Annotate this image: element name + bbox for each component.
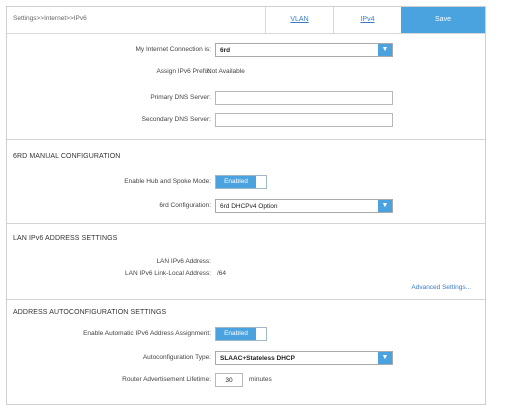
auto-assign-row: Enable Automatic IPv6 Address Assignment… xyxy=(7,327,485,341)
chevron-down-icon[interactable]: ▼ xyxy=(378,200,392,212)
settings-panel: Settings>>Internet>>IPv6 VLAN IPv4 Save … xyxy=(6,6,486,405)
hub-spoke-toggle[interactable]: Enabled xyxy=(215,175,267,189)
breadcrumb: Settings>>Internet>>IPv6 xyxy=(13,15,87,22)
auto-assign-toggle[interactable]: Enabled xyxy=(215,327,267,341)
link-local-label: LAN IPv6 Link-Local Address: xyxy=(125,270,211,277)
autoconf-type-label: Autoconfiguration Type: xyxy=(142,354,211,361)
tab-vlan[interactable]: VLAN xyxy=(265,7,333,33)
primary-dns-input[interactable] xyxy=(215,91,393,105)
tab-ipv4[interactable]: IPv4 xyxy=(333,7,401,33)
assign-prefix-value: Not Available xyxy=(207,68,245,75)
connection-type-value: 6rd xyxy=(220,47,231,54)
sixrd-config-value: 6rd DHCPv4 Option xyxy=(220,203,278,210)
auto-assign-label: Enable Automatic IPv6 Address Assignment… xyxy=(83,330,211,337)
ra-lifetime-row: Router Advertisement Lifetime: minutes xyxy=(7,373,485,387)
ra-lifetime-label: Router Advertisement Lifetime: xyxy=(122,376,211,383)
hub-spoke-label: Enable Hub and Spoke Mode: xyxy=(124,178,211,185)
autoconf-type-value: SLAAC+Stateless DHCP xyxy=(220,355,295,362)
secondary-dns-label: Secondary DNS Server: xyxy=(141,116,211,123)
connection-type-row: My Internet Connection is: 6rd ▼ xyxy=(7,43,485,57)
ra-lifetime-input[interactable] xyxy=(215,373,243,387)
top-bar: Settings>>Internet>>IPv6 VLAN IPv4 Save xyxy=(7,7,485,34)
primary-dns-label: Primary DNS Server: xyxy=(150,94,211,101)
primary-dns-row: Primary DNS Server: xyxy=(7,91,485,105)
section-divider xyxy=(7,139,485,140)
link-local-row: LAN IPv6 Link-Local Address: /64 xyxy=(7,267,485,281)
secondary-dns-row: Secondary DNS Server: xyxy=(7,113,485,127)
connection-type-select[interactable]: 6rd ▼ xyxy=(215,43,393,57)
chevron-down-icon[interactable]: ▼ xyxy=(378,352,392,364)
autoconf-type-select[interactable]: SLAAC+Stateless DHCP ▼ xyxy=(215,351,393,365)
sixrd-config-select[interactable]: 6rd DHCPv4 Option ▼ xyxy=(215,199,393,213)
sixrd-config-label: 6rd Configuration: xyxy=(159,202,211,209)
lan-section-title: LAN IPv6 ADDRESS SETTINGS xyxy=(13,235,118,242)
connection-type-label: My Internet Connection is: xyxy=(135,46,211,53)
autoconf-type-row: Autoconfiguration Type: SLAAC+Stateless … xyxy=(7,351,485,365)
chevron-down-icon[interactable]: ▼ xyxy=(378,44,392,56)
ra-lifetime-unit: minutes xyxy=(249,376,272,383)
autoconf-section-title: ADDRESS AUTOCONFIGURATION SETTINGS xyxy=(13,309,167,316)
hub-spoke-state: Enabled xyxy=(216,176,256,188)
advanced-settings-link[interactable]: Advanced Settings... xyxy=(411,284,471,291)
assign-prefix-row: Assign IPv6 Prefix: Not Available xyxy=(7,65,485,79)
save-button[interactable]: Save xyxy=(401,7,485,33)
sixrd-config-row: 6rd Configuration: 6rd DHCPv4 Option ▼ xyxy=(7,199,485,213)
lan-address-label: LAN IPv6 Address: xyxy=(156,258,211,265)
link-local-value: /64 xyxy=(217,270,227,277)
secondary-dns-input[interactable] xyxy=(215,113,393,127)
sixrd-section-title: 6RD MANUAL CONFIGURATION xyxy=(13,153,121,160)
section-divider xyxy=(7,299,485,300)
hub-spoke-row: Enable Hub and Spoke Mode: Enabled xyxy=(7,175,485,189)
assign-prefix-label: Assign IPv6 Prefix: xyxy=(156,68,211,75)
auto-assign-state: Enabled xyxy=(216,328,256,340)
section-divider xyxy=(7,223,485,224)
